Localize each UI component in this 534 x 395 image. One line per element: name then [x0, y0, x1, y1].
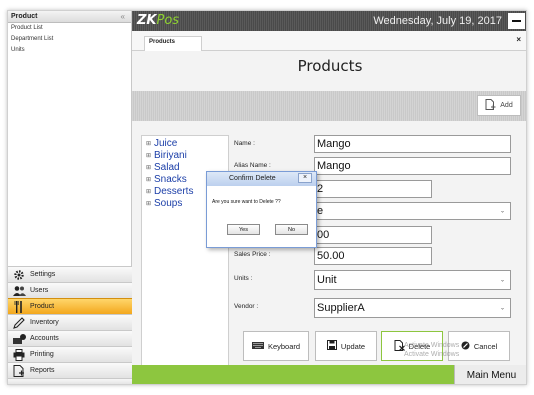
expand-icon[interactable]: ⊞ — [146, 138, 154, 150]
category-list: ⊞ Juice ⊞ Biriyani ⊞ Salad ⊞ Snacks ⊞ Desserts ⊞ So… — [141, 135, 229, 367]
chevron-down-icon: ⌄ — [499, 208, 505, 215]
chevron-down-icon: ⌄ — [499, 305, 505, 312]
tab-strip: Products × — [132, 31, 526, 51]
expand-icon[interactable]: ⊞ — [146, 198, 154, 210]
nav-item-reports[interactable]: Reports — [8, 362, 132, 378]
units-select-value: Unit — [317, 274, 337, 286]
save-icon — [326, 340, 337, 352]
confirm-delete-dialog: Confirm Delete × Are you sure want to De… — [206, 171, 317, 248]
alias-name-label: Alias Name : — [234, 162, 271, 169]
sidebar-footer — [8, 378, 132, 384]
expand-icon[interactable]: ⊞ — [146, 186, 154, 198]
units-label: Units : — [234, 275, 253, 282]
units-select[interactable]: Unit ⌄ — [314, 270, 511, 290]
category-item[interactable]: ⊞ Juice — [142, 138, 228, 150]
title-bar: ZKPos Wednesday, July 19, 2017 — [132, 11, 526, 31]
group-select-value: e — [317, 205, 324, 217]
vendor-select-value: SupplierA — [317, 302, 365, 314]
sidebar-title: Product — [11, 13, 38, 20]
keyboard-button[interactable]: Keyboard — [243, 331, 309, 361]
group-select[interactable]: e ⌄ — [314, 202, 511, 220]
nav-item-users[interactable]: Users — [8, 282, 132, 298]
sidebar-nav: Settings Users Product Inventory Account… — [8, 266, 132, 378]
main-menu-button[interactable]: Main Menu — [454, 365, 526, 384]
close-tab-icon[interactable]: × — [516, 35, 521, 44]
cancel-button[interactable]: Cancel — [448, 331, 510, 361]
keyboard-icon — [251, 341, 264, 351]
sidebar-item-units[interactable]: Units — [8, 45, 131, 56]
sales-price-input[interactable]: 50.00 — [314, 247, 432, 265]
date-display: Wednesday, July 19, 2017 — [373, 15, 502, 27]
dialog-message: Are you sure want to Delete ?? — [212, 199, 281, 205]
category-label: Salad — [154, 162, 180, 173]
nav-item-product[interactable]: Product — [8, 298, 132, 314]
app-window: Product « Product List Department List U… — [7, 10, 527, 385]
price-input[interactable]: 00 — [314, 226, 432, 244]
name-label: Name : — [234, 140, 255, 147]
minimize-icon — [512, 20, 521, 22]
name-input[interactable]: Mango — [314, 135, 511, 153]
category-label: Desserts — [154, 186, 194, 197]
cancel-icon — [461, 341, 470, 352]
keyboard-label: Keyboard — [267, 341, 301, 351]
app-logo: ZKPos — [137, 13, 180, 28]
add-document-icon — [485, 99, 496, 112]
category-label: Juice — [154, 138, 178, 149]
sidebar-item-department-list[interactable]: Department List — [8, 34, 131, 45]
expand-icon[interactable]: ⊞ — [146, 162, 154, 174]
dialog-close-icon[interactable]: × — [298, 173, 312, 183]
users-icon — [12, 285, 26, 297]
category-item[interactable]: ⊞ Biriyani — [142, 150, 228, 162]
expand-icon[interactable]: ⊞ — [146, 174, 154, 186]
yes-button[interactable]: Yes — [227, 224, 260, 235]
sidebar: Product « Product List Department List U… — [8, 11, 132, 384]
dialog-title-bar: Confirm Delete × — [207, 172, 316, 186]
code-input[interactable]: 2 — [314, 180, 432, 198]
nav-item-inventory[interactable]: Inventory — [8, 314, 132, 330]
nav-label: Reports — [30, 367, 55, 374]
collapse-icon[interactable]: « — [121, 12, 125, 21]
update-label: Update — [340, 341, 366, 351]
money-icon — [12, 333, 26, 345]
nav-item-accounts[interactable]: Accounts — [8, 330, 132, 346]
delete-button[interactable]: Delete — [381, 331, 443, 361]
alias-name-input[interactable]: Mango — [314, 157, 511, 175]
dialog-title: Confirm Delete — [229, 175, 276, 182]
nav-item-printing[interactable]: Printing — [8, 346, 132, 362]
sidebar-header: Product « — [8, 11, 131, 23]
nav-label: Printing — [30, 351, 54, 358]
update-button[interactable]: Update — [315, 331, 377, 361]
category-label: Soups — [154, 198, 183, 209]
expand-icon[interactable]: ⊞ — [146, 150, 154, 162]
gear-icon — [12, 269, 26, 281]
nav-item-settings[interactable]: Settings — [8, 266, 132, 282]
report-icon — [12, 364, 26, 377]
nav-label: Accounts — [30, 335, 59, 342]
chevron-down-icon: ⌄ — [499, 277, 505, 284]
add-label: Add — [500, 102, 513, 109]
sidebar-item-product-list[interactable]: Product List — [8, 23, 131, 34]
minimize-button[interactable] — [508, 13, 525, 29]
nav-label: Users — [30, 287, 49, 294]
delete-document-icon — [394, 339, 405, 353]
add-button[interactable]: Add — [477, 95, 521, 116]
fork-knife-icon — [12, 300, 26, 313]
vendor-label: Vendor : — [234, 303, 259, 310]
nav-label: Settings — [30, 271, 56, 278]
vendor-select[interactable]: SupplierA ⌄ — [314, 298, 511, 318]
pencil-icon — [12, 316, 26, 329]
page-title: Products — [297, 57, 363, 75]
printer-icon — [12, 348, 26, 361]
category-label: Biriyani — [154, 150, 187, 161]
delete-label: Delete — [408, 341, 431, 351]
toolbar: Add — [132, 91, 526, 121]
status-bar: Main Menu — [132, 365, 526, 384]
nav-label: Inventory — [30, 319, 59, 326]
tab-products[interactable]: Products — [144, 36, 202, 51]
nav-label: Product — [30, 303, 55, 310]
cancel-label: Cancel — [473, 341, 498, 351]
category-label: Snacks — [154, 174, 187, 185]
no-button[interactable]: No — [275, 224, 308, 235]
sales-price-label: Sales Price : — [234, 251, 271, 258]
